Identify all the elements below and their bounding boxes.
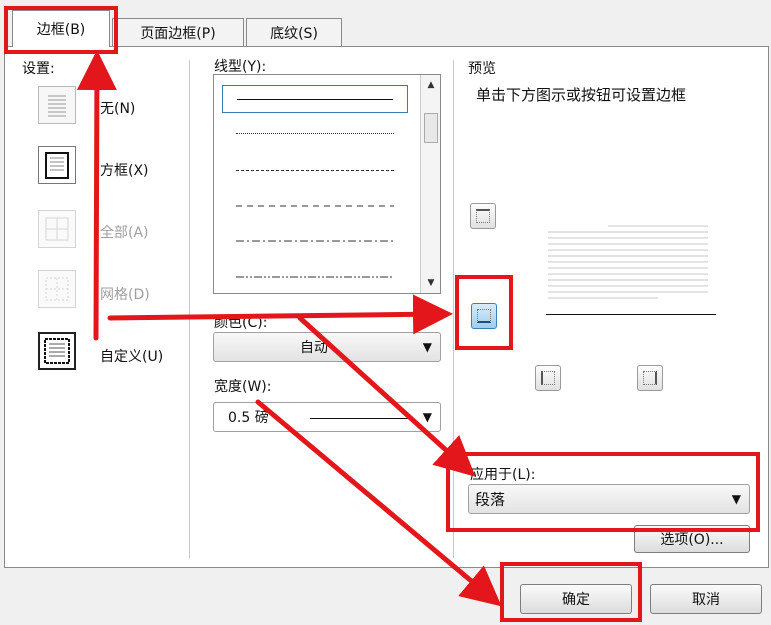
tab-borders-label: 边框(B) xyxy=(36,22,86,38)
lines-icon xyxy=(48,95,66,117)
preview-page[interactable] xyxy=(548,224,708,308)
scroll-up-icon[interactable]: ▲ xyxy=(423,77,439,93)
setting-none-icon[interactable] xyxy=(38,86,76,124)
dropdown-arrow-icon: ▼ xyxy=(422,410,432,424)
color-heading: 颜色(C): xyxy=(214,315,268,331)
tab-page-border-label: 页面边框(P) xyxy=(140,25,216,42)
left-border-button[interactable] xyxy=(535,365,561,391)
scroll-thumb[interactable] xyxy=(424,113,438,143)
tab-page-border[interactable]: 页面边框(P) xyxy=(112,18,244,46)
setting-none-label[interactable]: 无(N) xyxy=(100,98,135,118)
preview-hint: 单击下方图示或按钮可设置边框 xyxy=(476,86,687,104)
right-border-icon xyxy=(643,371,657,385)
options-button[interactable]: 选项(O)... xyxy=(634,525,750,553)
width-value: 0.5 磅 xyxy=(228,410,269,426)
style-row-dashed[interactable] xyxy=(222,156,408,184)
separator-right xyxy=(453,60,454,558)
custom-border-icon xyxy=(44,338,70,364)
right-border-button[interactable] xyxy=(637,365,663,391)
bottom-border-icon xyxy=(477,309,491,323)
separator-left xyxy=(189,60,190,558)
dropdown-arrow-icon: ▼ xyxy=(422,340,432,354)
cancel-button[interactable]: 取消 xyxy=(650,584,762,614)
color-value: 自动 xyxy=(300,340,328,356)
preview-text-lines xyxy=(548,225,708,299)
style-row-dash-dot[interactable] xyxy=(222,227,408,255)
setting-grid-icon[interactable] xyxy=(38,270,76,308)
grid-all-icon xyxy=(45,217,69,241)
style-heading: 线型(Y): xyxy=(214,59,267,75)
style-scrollbar[interactable]: ▲ ▼ xyxy=(420,75,440,293)
options-button-label: 选项(O)... xyxy=(660,532,724,548)
style-row-solid[interactable] xyxy=(222,85,408,113)
tab-shading[interactable]: 底纹(S) xyxy=(246,18,342,46)
tab-borders[interactable]: 边框(B) xyxy=(12,10,110,47)
setting-custom-label[interactable]: 自定义(U) xyxy=(100,346,163,366)
preview-heading: 预览 xyxy=(468,61,496,77)
width-select[interactable]: 0.5 磅 ▼ xyxy=(213,402,441,432)
apply-to-heading: 应用于(L): xyxy=(470,467,536,483)
apply-to-value: 段落 xyxy=(475,490,506,509)
setting-custom-icon[interactable] xyxy=(38,332,76,370)
setting-all-icon[interactable] xyxy=(38,210,76,248)
cancel-button-label: 取消 xyxy=(692,592,720,608)
style-row-dotted[interactable] xyxy=(222,119,408,147)
width-heading: 宽度(W): xyxy=(214,379,272,395)
scroll-down-icon[interactable]: ▼ xyxy=(423,275,439,291)
style-row-wide-dashed[interactable] xyxy=(222,192,408,220)
top-border-icon xyxy=(476,209,490,223)
left-border-icon xyxy=(541,371,555,385)
setting-grid-label[interactable]: 网格(D) xyxy=(100,284,150,304)
setting-all-label[interactable]: 全部(A) xyxy=(100,222,149,242)
width-line-sample xyxy=(310,418,408,419)
style-list[interactable]: ▲ ▼ xyxy=(213,74,441,294)
setting-box-label[interactable]: 方框(X) xyxy=(100,160,149,180)
top-border-button[interactable] xyxy=(470,203,496,229)
style-row-dash-dot-dot[interactable] xyxy=(222,263,408,291)
box-border-icon xyxy=(45,152,69,179)
apply-to-select[interactable]: 段落 ▼ xyxy=(468,484,750,514)
settings-heading: 设置: xyxy=(22,61,55,77)
dropdown-arrow-icon: ▼ xyxy=(731,492,741,506)
setting-box-icon[interactable] xyxy=(38,146,76,184)
ok-button-label: 确定 xyxy=(562,592,590,608)
grid-dotted-icon xyxy=(45,277,69,301)
color-select[interactable]: 自动 ▼ xyxy=(213,332,441,362)
tab-shading-label: 底纹(S) xyxy=(270,25,318,42)
bottom-border-button[interactable] xyxy=(471,303,497,329)
preview-bottom-border xyxy=(546,314,716,315)
ok-button[interactable]: 确定 xyxy=(520,584,632,614)
